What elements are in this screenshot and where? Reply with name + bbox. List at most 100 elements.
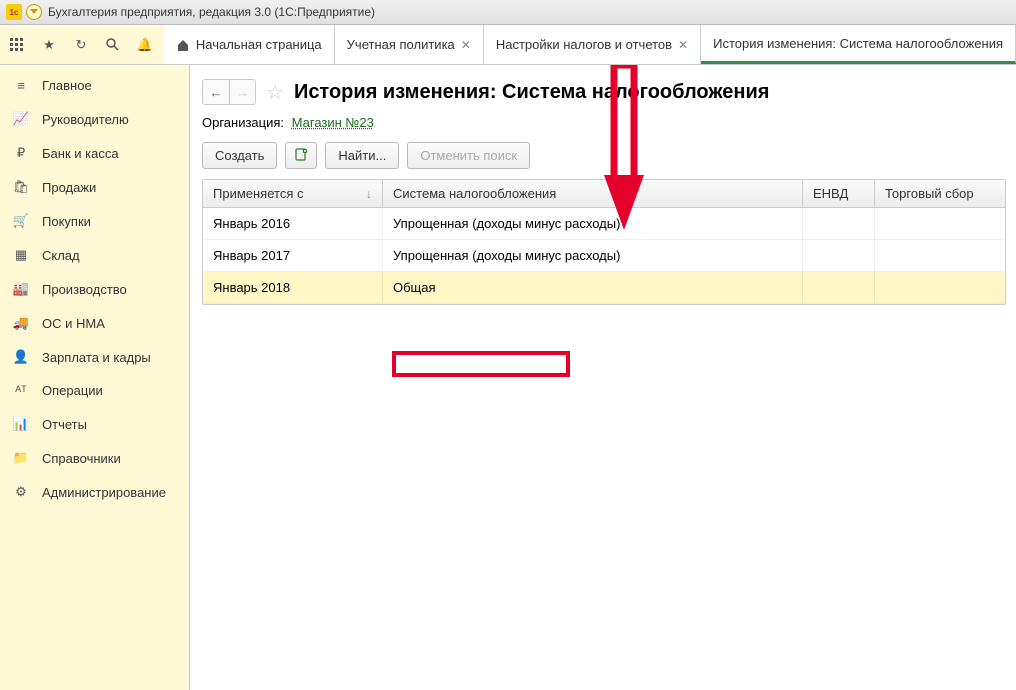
grid-header-trade-fee[interactable]: Торговый сбор [875,180,1005,207]
tab-label: Настройки налогов и отчетов [496,37,672,52]
nav-row: ← → ☆ История изменения: Система налогоо… [202,79,1006,105]
table-row[interactable]: Январь 2018Общая [203,272,1005,304]
sidebar-label: Производство [42,282,127,297]
copy-button[interactable] [285,142,317,169]
table-cell [875,240,1005,271]
sidebar-icon: 👤 [12,349,30,365]
sidebar-label: ОС и НМА [42,316,105,331]
sidebar-icon: 📁 [12,450,30,466]
tabs: Начальная страницаУчетная политика✕Настр… [164,25,1016,64]
tab-label: История изменения: Система налогообложен… [713,36,1003,51]
sidebar-label: Операции [42,383,103,398]
table-cell [875,208,1005,239]
sidebar: ≡ Главное 📈 Руководителю ₽ Банк и касса 🛍 Прода… [0,65,190,690]
table-cell: Упрощенная (доходы минус расходы) [383,240,803,271]
sidebar-icon: 🚚 [12,315,30,331]
sidebar-icon: 📈 [12,111,30,127]
sidebar-label: Зарплата и кадры [42,350,151,365]
table-cell: Упрощенная (доходы минус расходы) [383,208,803,239]
sidebar-item[interactable]: 👤 Зарплата и кадры [0,340,189,374]
tab-label: Начальная страница [196,37,322,52]
table-row[interactable]: Январь 2016Упрощенная (доходы минус расх… [203,208,1005,240]
sidebar-item[interactable]: 📊 Отчеты [0,407,189,441]
table-cell [803,208,875,239]
search-icon[interactable] [104,36,122,54]
table-cell [803,240,875,271]
nav-buttons: ← → [202,79,256,105]
sidebar-icon: ≡ [12,78,30,93]
sidebar-item[interactable]: ᴬᵀОперации [0,374,189,407]
topbar: ★ ↻ 🔔 Начальная страница Учетная политика… [0,25,1016,65]
table-cell: Январь 2016 [203,208,383,239]
sidebar-item[interactable]: ≡ Главное [0,69,189,102]
tab[interactable]: Учетная политика ✕ [335,25,484,64]
sidebar-icon: 🛍 [12,179,30,195]
cancel-search-button: Отменить поиск [407,142,530,169]
sidebar-icon: 🏭 [12,281,30,297]
toolbar: Создать Найти... Отменить поиск [202,142,1006,169]
table-row[interactable]: Январь 2017Упрощенная (доходы минус расх… [203,240,1005,272]
table-cell: Январь 2017 [203,240,383,271]
sidebar-item[interactable]: ₽ Банк и касса [0,136,189,170]
table-cell: Общая [383,272,803,303]
sidebar-icon: ₽ [12,145,30,161]
back-button[interactable]: ← [203,80,229,104]
window-title: Бухгалтерия предприятия, редакция 3.0 (1… [48,5,375,19]
grid-header-applied-from[interactable]: Применяется с ↓ [203,180,383,207]
copy-icon [294,147,308,161]
sidebar-item[interactable]: 🛍 Продажи [0,170,189,204]
dropdown-icon[interactable] [26,4,42,20]
grid-header-tax-system[interactable]: Система налогообложения [383,180,803,207]
create-button[interactable]: Создать [202,142,277,169]
sidebar-label: Банк и касса [42,146,119,161]
close-icon[interactable]: ✕ [678,38,688,52]
sidebar-label: Продажи [42,180,96,195]
sidebar-label: Справочники [42,451,121,466]
sidebar-icon: 📊 [12,416,30,432]
bell-icon[interactable]: 🔔 [136,36,154,54]
tab[interactable]: Настройки налогов и отчетов ✕ [484,25,701,64]
sidebar-label: Главное [42,78,92,93]
forward-button[interactable]: → [229,80,255,104]
grid-header: Применяется с ↓ Система налогообложения … [203,180,1005,208]
find-button[interactable]: Найти... [325,142,399,169]
sidebar-label: Администрирование [42,485,166,500]
org-label: Организация: [202,115,284,130]
sidebar-item[interactable]: 🚚 ОС и НМА [0,306,189,340]
app-icon: 1c [6,4,22,20]
sidebar-label: Отчеты [42,417,87,432]
org-row: Организация: Магазин №23 [202,115,1006,130]
tab[interactable]: Начальная страница [164,25,335,64]
sidebar-item[interactable]: 📁 Справочники [0,441,189,475]
sidebar-label: Покупки [42,214,91,229]
favorite-star-icon[interactable]: ☆ [266,80,284,105]
sort-asc-icon: ↓ [366,187,372,201]
tab-label: Учетная политика [347,37,455,52]
sidebar-icon: 🛒 [12,213,30,229]
sidebar-item[interactable]: 🏭 Производство [0,272,189,306]
sidebar-icon: ▦ [12,247,30,263]
apps-icon[interactable] [8,36,26,54]
sidebar-item[interactable]: ⚙ Администрирование [0,475,189,509]
sidebar-item[interactable]: 📈 Руководителю [0,102,189,136]
star-icon[interactable]: ★ [40,36,58,54]
close-icon[interactable]: ✕ [461,38,471,52]
home-icon [176,38,190,52]
quickbar: ★ ↻ 🔔 [0,25,164,64]
content: ← → ☆ История изменения: Система налогоо… [190,65,1016,690]
table-cell [875,272,1005,303]
table-cell: Январь 2018 [203,272,383,303]
org-link[interactable]: Магазин №23 [292,115,374,130]
sidebar-item[interactable]: ▦ Склад [0,238,189,272]
tab[interactable]: История изменения: Система налогообложен… [701,25,1016,64]
sidebar-label: Руководителю [42,112,129,127]
window-titlebar: 1c Бухгалтерия предприятия, редакция 3.0… [0,0,1016,25]
sidebar-icon: ⚙ [12,484,30,500]
annotation-highlight [392,351,570,377]
history-icon[interactable]: ↻ [72,36,90,54]
sidebar-item[interactable]: 🛒 Покупки [0,204,189,238]
page-title: История изменения: Система налогообложен… [294,81,770,104]
grid-header-envd[interactable]: ЕНВД [803,180,875,207]
sidebar-label: Склад [42,248,80,263]
table-cell [803,272,875,303]
